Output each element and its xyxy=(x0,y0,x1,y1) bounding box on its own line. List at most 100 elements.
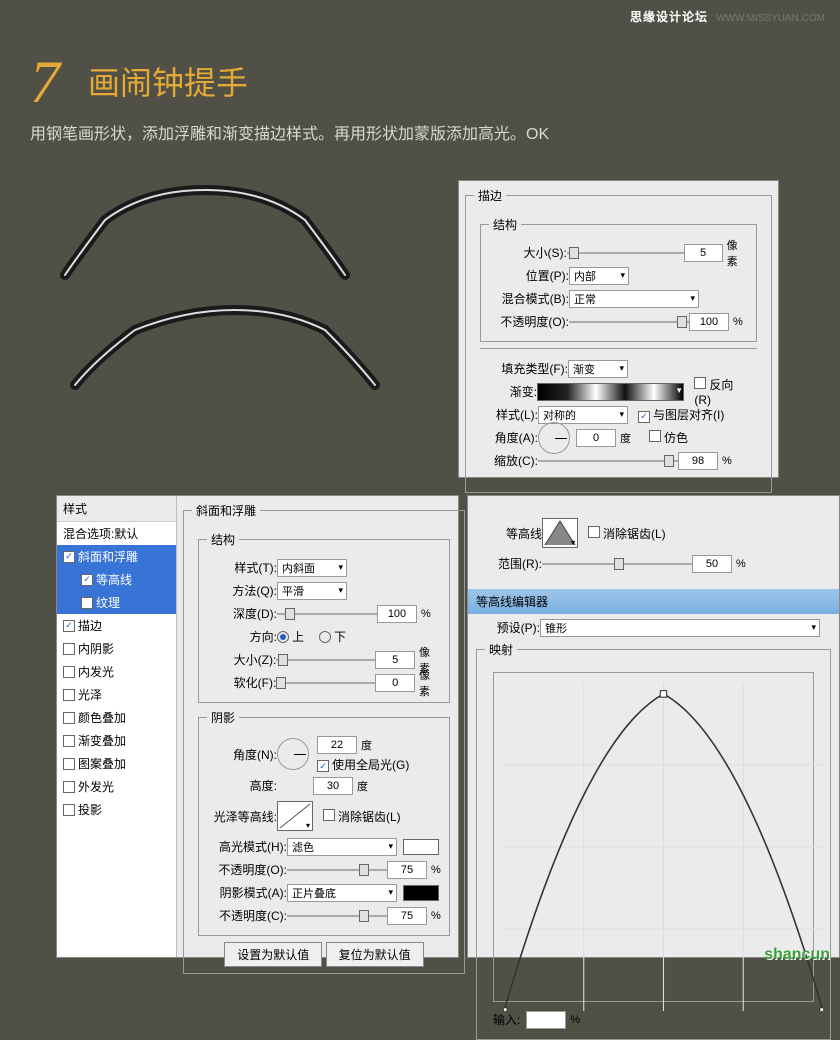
shading-angle-dial[interactable] xyxy=(277,738,309,770)
input-value[interactable] xyxy=(526,1011,566,1029)
depth-value[interactable]: 100 xyxy=(377,605,417,623)
angle-dial[interactable] xyxy=(538,422,570,454)
pattern-overlay-item[interactable]: 图案叠加 xyxy=(57,752,176,775)
technique-label: 方法(Q): xyxy=(207,582,277,599)
input-label: 输入: xyxy=(493,1011,520,1028)
color-overlay-item[interactable]: 颜色叠加 xyxy=(57,706,176,729)
mapping-legend: 映射 xyxy=(485,641,517,658)
highlight-mode-select[interactable]: 滤色 xyxy=(287,838,397,856)
scale-unit: % xyxy=(722,455,732,467)
style-select[interactable]: 对称的 xyxy=(538,406,628,424)
step-description: 用钢笔画形状，添加浮雕和渐变描边样式。再用形状加蒙版添加高光。OK xyxy=(30,120,549,144)
contour-panel: 等高线消除锯齿(L) 范围(R):50% 等高线编辑器 预设(P):锥形 映射 … xyxy=(467,495,840,958)
highlight-opacity-slider[interactable] xyxy=(287,862,387,878)
step-number: 7 xyxy=(30,48,60,117)
position-label: 位置(P): xyxy=(489,267,569,284)
stroke-item[interactable]: ✓描边 xyxy=(57,614,176,637)
highlight-opacity-value[interactable]: 75 xyxy=(387,861,427,879)
scale-slider[interactable] xyxy=(538,453,678,469)
brand-text: 思缘设计论坛 xyxy=(630,10,708,24)
dither-label: 仿色 xyxy=(664,431,688,445)
altitude-value[interactable]: 30 xyxy=(313,777,353,795)
angle-label: 角度(A): xyxy=(488,429,538,446)
global-light-checkbox[interactable]: ✓ xyxy=(317,760,329,772)
shadow-opacity-slider[interactable] xyxy=(287,908,387,924)
contour-editor-title: 等高线编辑器 xyxy=(468,589,839,614)
preview-area xyxy=(25,160,395,440)
opacity-unit: % xyxy=(733,316,743,328)
contour-swatch[interactable] xyxy=(542,518,578,548)
shadow-color-swatch[interactable] xyxy=(403,885,439,901)
contour-antialias-checkbox[interactable] xyxy=(588,526,600,538)
opacity-value[interactable]: 100 xyxy=(689,313,729,331)
filltype-select[interactable]: 渐变 xyxy=(568,360,628,378)
gradient-label: 渐变: xyxy=(488,383,537,400)
inner-shadow-item[interactable]: 内阴影 xyxy=(57,637,176,660)
opacity-slider[interactable] xyxy=(569,314,689,330)
size-value[interactable]: 5 xyxy=(684,244,723,262)
angle-value[interactable]: 0 xyxy=(576,429,616,447)
shadow-opacity-label: 不透明度(C): xyxy=(207,907,287,924)
size-label: 大小(S): xyxy=(489,244,567,261)
shadow-opacity-value[interactable]: 75 xyxy=(387,907,427,925)
filltype-label: 填充类型(F): xyxy=(488,360,568,377)
size-unit: 像素 xyxy=(727,237,748,269)
contour-antialias-label: 消除锯齿(L) xyxy=(603,527,666,541)
direction-down-radio[interactable] xyxy=(319,631,331,643)
direction-up-radio[interactable] xyxy=(277,631,289,643)
gloss-contour-label: 光泽等高线: xyxy=(207,808,277,825)
gloss-contour-swatch[interactable] xyxy=(277,801,313,831)
technique-select[interactable]: 平滑 xyxy=(277,582,347,600)
size-slider[interactable] xyxy=(567,245,684,261)
highlight-color-swatch[interactable] xyxy=(403,839,439,855)
bevel-size-slider[interactable] xyxy=(276,652,375,668)
bevel-style-select[interactable]: 内斜面 xyxy=(277,559,347,577)
bevel-legend: 斜面和浮雕 xyxy=(192,502,260,519)
drop-shadow-item[interactable]: 投影 xyxy=(57,798,176,821)
soften-slider[interactable] xyxy=(276,675,375,691)
style-label: 样式(L): xyxy=(488,406,538,423)
align-checkbox[interactable]: ✓ xyxy=(638,411,650,423)
range-value[interactable]: 50 xyxy=(692,555,732,573)
reset-default-button[interactable]: 复位为默认值 xyxy=(326,942,424,967)
range-slider[interactable] xyxy=(542,556,692,572)
bevel-size-value[interactable]: 5 xyxy=(375,651,415,669)
shading-angle-value[interactable]: 22 xyxy=(317,736,357,754)
step-title: 画闹钟提手 xyxy=(88,58,248,104)
handle-illustration xyxy=(25,160,395,440)
opacity-label: 不透明度(O): xyxy=(489,313,569,330)
preset-select[interactable]: 锥形 xyxy=(540,619,820,637)
contour-item[interactable]: ✓等高线 xyxy=(57,568,176,591)
shadow-mode-label: 阴影模式(A): xyxy=(207,884,287,901)
blend-select[interactable]: 正常 xyxy=(569,290,699,308)
scale-value[interactable]: 98 xyxy=(678,452,718,470)
texture-item[interactable]: 纹理 xyxy=(57,591,176,614)
bevel-item[interactable]: ✓斜面和浮雕 xyxy=(57,545,176,568)
inner-glow-item[interactable]: 内发光 xyxy=(57,660,176,683)
angle-unit: 度 xyxy=(620,430,631,446)
bottom-logo: shancun xyxy=(764,946,830,963)
position-select[interactable]: 内部 xyxy=(569,267,629,285)
antialias-checkbox[interactable] xyxy=(323,809,335,821)
depth-slider[interactable] xyxy=(277,606,377,622)
dither-checkbox[interactable] xyxy=(649,430,661,442)
stroke-panel: 描边 结构 大小(S): 5 像素 位置(P): 内部 混合模式(B): 正常 … xyxy=(458,180,779,478)
bevel-style-label: 样式(T): xyxy=(207,559,277,576)
reverse-checkbox[interactable] xyxy=(694,377,706,389)
gradient-overlay-item[interactable]: 渐变叠加 xyxy=(57,729,176,752)
outer-glow-item[interactable]: 外发光 xyxy=(57,775,176,798)
soften-value[interactable]: 0 xyxy=(375,674,415,692)
shading-angle-label: 角度(N): xyxy=(207,746,277,763)
bevel-structure-legend: 结构 xyxy=(207,531,239,548)
gradient-swatch[interactable] xyxy=(537,383,684,401)
bottom-watermark: shancun xyxy=(764,946,830,964)
shadow-mode-select[interactable]: 正片叠底 xyxy=(287,884,397,902)
range-label: 范围(R): xyxy=(482,555,542,572)
styles-list: 样式 混合选项:默认 ✓斜面和浮雕 ✓等高线 纹理 ✓描边 内阴影 内发光 光泽… xyxy=(57,496,177,957)
set-default-button[interactable]: 设置为默认值 xyxy=(224,942,322,967)
highlight-opacity-label: 不透明度(O): xyxy=(207,861,287,878)
styles-header: 样式 xyxy=(57,496,176,522)
blend-options-item[interactable]: 混合选项:默认 xyxy=(57,522,176,545)
watermark-top: 思缘设计论坛 WWW.MISSYUAN.COM xyxy=(630,8,825,25)
satin-item[interactable]: 光泽 xyxy=(57,683,176,706)
